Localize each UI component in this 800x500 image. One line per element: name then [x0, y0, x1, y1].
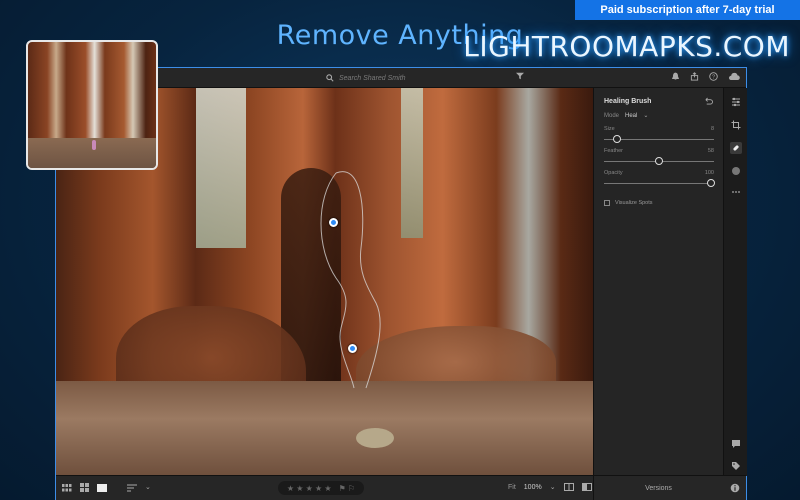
bell-icon[interactable] [671, 72, 680, 81]
healing-source-pin[interactable] [329, 218, 338, 227]
feather-label: Feather [604, 148, 623, 154]
feather-track[interactable] [604, 157, 714, 165]
top-bar: Search Shared Smith ? [56, 68, 746, 88]
feather-slider[interactable]: Feather 58 [604, 148, 714, 165]
mode-row[interactable]: Mode Heal ⌄ [604, 113, 648, 119]
sort-chevron-down-icon[interactable]: ⌄ [145, 484, 151, 491]
opacity-thumb[interactable] [706, 179, 715, 187]
size-thumb[interactable] [613, 135, 622, 143]
tag-icon[interactable] [730, 460, 742, 472]
search-icon [326, 74, 334, 82]
cloud-icon[interactable] [728, 72, 740, 81]
healing-target-pin[interactable] [348, 344, 357, 353]
bottom-bar: ⌄ ★ ★ ★ ★ ★ ⚑ ⚐ Fit 100% ⌄ Versions [56, 475, 746, 500]
masking-icon[interactable] [730, 165, 742, 177]
rating-flag-pill[interactable]: ★ ★ ★ ★ ★ ⚑ ⚐ [278, 481, 364, 495]
crop-icon[interactable] [730, 119, 742, 131]
reset-icon[interactable] [704, 97, 713, 105]
size-label: Size [604, 126, 615, 132]
visualize-spots-row[interactable]: Visualize Spots [604, 200, 653, 206]
chevron-down-icon[interactable]: ⌄ [643, 113, 648, 119]
fit-button[interactable]: Fit [508, 484, 516, 491]
forest-background [196, 88, 246, 248]
single-view-icon[interactable] [97, 483, 107, 492]
healing-panel: Healing Brush Mode Heal ⌄ Size 8 Feather 5… [593, 88, 723, 476]
svg-text:?: ? [712, 74, 715, 80]
opacity-value: 100 [704, 170, 714, 176]
comment-icon[interactable] [730, 438, 742, 450]
visualize-spots-checkbox[interactable] [604, 200, 610, 206]
search-input[interactable]: Search Shared Smith [339, 75, 406, 82]
trial-badge: Paid subscription after 7-day trial [575, 0, 800, 20]
feather-thumb[interactable] [655, 157, 663, 165]
before-after-icon[interactable] [581, 483, 592, 491]
healing-brush-icon[interactable] [730, 142, 742, 154]
mode-dropdown[interactable]: Heal [625, 113, 637, 119]
watermark: LIGHTROOMAPKS.COM [463, 30, 790, 63]
feather-value: 58 [707, 148, 714, 154]
star-rating[interactable]: ★ ★ ★ ★ ★ [287, 484, 332, 493]
flag-icons[interactable]: ⚑ ⚐ [339, 484, 356, 493]
rock [356, 428, 394, 448]
edit-sliders-icon[interactable] [730, 96, 742, 108]
visualize-spots-label: Visualize Spots [615, 200, 653, 206]
before-thumbnail [26, 40, 158, 170]
panel-title: Healing Brush [604, 98, 652, 105]
opacity-label: Opacity [604, 170, 623, 176]
opacity-slider[interactable]: Opacity 100 [604, 170, 715, 187]
versions-button[interactable]: Versions [593, 476, 723, 500]
share-icon[interactable] [690, 72, 699, 81]
size-value: 8 [710, 126, 714, 132]
size-slider[interactable]: Size 8 [604, 126, 714, 143]
help-icon[interactable]: ? [709, 72, 718, 81]
grid-view-icon[interactable] [62, 483, 72, 492]
healing-stroke [320, 171, 381, 389]
tool-rail [723, 88, 747, 476]
sort-icon[interactable] [127, 484, 137, 492]
thumbnail-person [92, 140, 96, 150]
forest-background-right [401, 88, 423, 238]
compare-icon[interactable] [563, 483, 574, 491]
opacity-track[interactable] [604, 179, 715, 187]
zoom-chevron-down-icon[interactable]: ⌄ [550, 484, 556, 491]
mode-label: Mode [604, 113, 620, 119]
size-track[interactable] [604, 135, 714, 143]
square-grid-icon[interactable] [80, 483, 89, 492]
zoom-level[interactable]: 100% [524, 484, 542, 491]
filter-icon[interactable] [516, 72, 524, 80]
info-icon[interactable] [730, 483, 740, 493]
more-icon[interactable] [730, 186, 742, 198]
search-box[interactable]: Search Shared Smith [326, 71, 406, 85]
app-window: Search Shared Smith ? Healing Brush Mode… [55, 67, 747, 500]
